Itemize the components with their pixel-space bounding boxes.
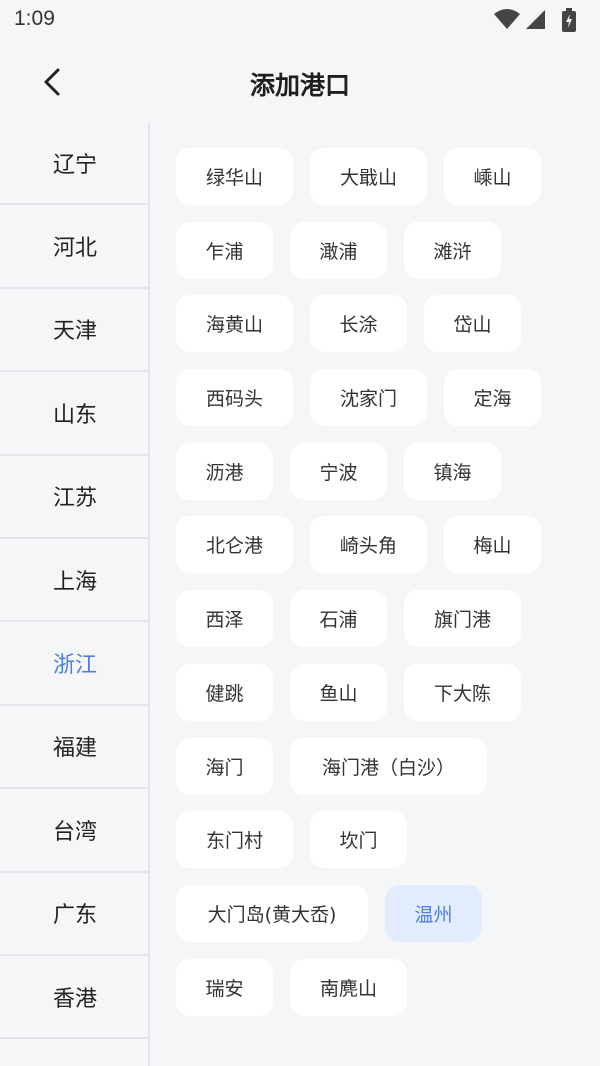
sidebar-item-zhejiang[interactable]: 浙江 — [0, 622, 150, 706]
port-chip[interactable]: 海门港（白沙） — [290, 737, 487, 795]
port-chip[interactable]: 海门 — [176, 737, 273, 795]
port-chip[interactable]: 澉浦 — [290, 221, 387, 279]
port-chip[interactable]: 大门岛(黄大岙) — [176, 884, 368, 942]
port-row: 北仑港 崎头角 梅山 — [176, 516, 576, 574]
sidebar-item-liaoning[interactable]: 辽宁 — [0, 122, 150, 206]
status-time: 1:09 — [14, 7, 55, 30]
port-row: 海门 海门港（白沙） — [176, 737, 576, 795]
port-chip[interactable]: 健跳 — [176, 663, 273, 721]
port-row: 瑞安 南麂山 — [176, 958, 576, 1016]
port-row: 东门村 坎门 — [176, 811, 576, 869]
port-chip[interactable]: 南麂山 — [290, 958, 407, 1016]
wifi-icon — [494, 9, 520, 29]
port-row: 健跳 鱼山 下大陈 — [176, 663, 576, 721]
port-chip[interactable]: 沈家门 — [310, 369, 427, 427]
port-chip[interactable]: 旗门港 — [404, 590, 521, 648]
status-bar: 1:09 — [0, 0, 600, 40]
port-chip[interactable]: 石浦 — [290, 590, 387, 648]
port-chip[interactable]: 嵊山 — [444, 148, 541, 205]
signal-icon — [526, 10, 545, 29]
port-chip-selected[interactable]: 温州 — [385, 884, 482, 942]
port-chip[interactable]: 长涂 — [310, 295, 407, 353]
sidebar-item-shanghai[interactable]: 上海 — [0, 539, 150, 623]
port-chip[interactable]: 岱山 — [424, 295, 521, 353]
port-chip[interactable]: 下大陈 — [404, 663, 521, 721]
port-chip[interactable]: 乍浦 — [176, 221, 273, 279]
port-chip[interactable]: 崎头角 — [310, 516, 427, 574]
port-chip[interactable]: 东门村 — [176, 811, 293, 869]
port-chip[interactable]: 西码头 — [176, 369, 293, 427]
port-chip[interactable]: 北仑港 — [176, 516, 293, 574]
port-chip[interactable]: 瑞安 — [176, 958, 273, 1016]
port-row: 海黄山 长涂 岱山 — [176, 295, 576, 353]
port-chip[interactable]: 梅山 — [444, 516, 541, 574]
port-chip[interactable]: 镇海 — [404, 442, 501, 500]
port-row: 西泽 石浦 旗门港 — [176, 590, 576, 648]
sidebar-item-fujian[interactable]: 福建 — [0, 706, 150, 790]
port-row: 大门岛(黄大岙) 温州 — [176, 884, 576, 942]
sidebar-item-guangdong[interactable]: 广东 — [0, 873, 150, 956]
port-row: 乍浦 澉浦 滩浒 — [176, 221, 576, 279]
port-chip[interactable]: 大戢山 — [310, 148, 427, 205]
sidebar-item-tianjin[interactable]: 天津 — [0, 289, 150, 373]
port-chip[interactable]: 海黄山 — [176, 295, 293, 353]
sidebar-item-hongkong[interactable]: 香港 — [0, 956, 150, 1040]
battery-icon — [562, 8, 576, 32]
sidebar-item-taiwan[interactable]: 台湾 — [0, 789, 150, 873]
port-row: 绿华山 大戢山 嵊山 — [176, 148, 576, 205]
port-chip[interactable]: 宁波 — [290, 442, 387, 500]
port-chip[interactable]: 鱼山 — [290, 663, 387, 721]
port-chip[interactable]: 定海 — [444, 369, 541, 427]
sidebar-item-shandong[interactable]: 山东 — [0, 372, 150, 456]
sidebar-item-hebei[interactable]: 河北 — [0, 205, 150, 289]
port-list: 绿华山 大戢山 嵊山 乍浦 澉浦 滩浒 海黄山 长涂 岱山 西码头 沈家门 定海… — [176, 148, 576, 1032]
port-chip[interactable]: 绿华山 — [176, 148, 293, 205]
port-chip[interactable]: 坎门 — [310, 811, 407, 869]
port-row: 西码头 沈家门 定海 — [176, 369, 576, 427]
province-sidebar: 辽宁 河北 天津 山东 江苏 上海 浙江 福建 台湾 广东 香港 — [0, 122, 150, 1066]
port-chip[interactable]: 滩浒 — [404, 221, 501, 279]
sidebar-item-jiangsu[interactable]: 江苏 — [0, 456, 150, 539]
app-header: 添加港口 — [0, 40, 600, 122]
port-row: 沥港 宁波 镇海 — [176, 442, 576, 500]
page-title: 添加港口 — [249, 71, 350, 100]
port-chip[interactable]: 沥港 — [176, 442, 273, 500]
port-chip[interactable]: 西泽 — [176, 590, 273, 648]
